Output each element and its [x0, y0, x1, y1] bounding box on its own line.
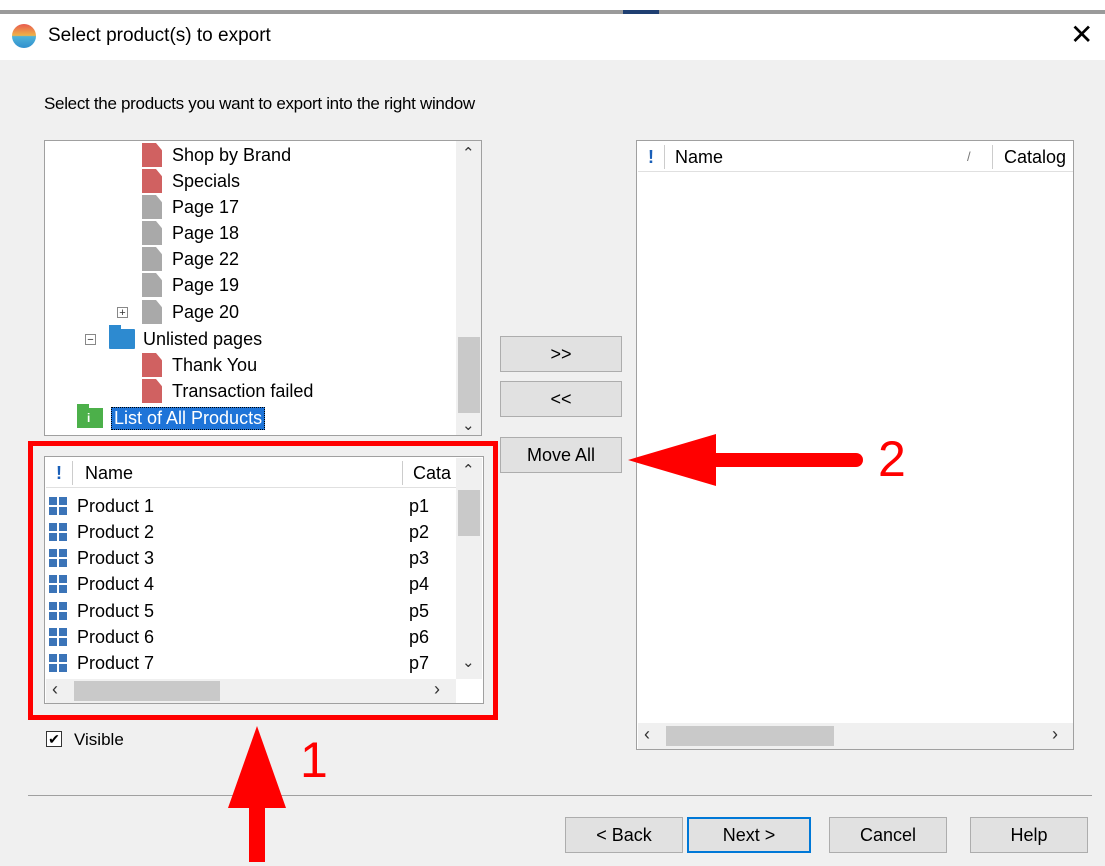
top-edge: [0, 0, 1105, 14]
help-button[interactable]: Help: [970, 817, 1088, 853]
blue-folder-icon: [109, 325, 135, 349]
tree-item-label: Page 22: [172, 248, 240, 269]
gray-page-icon: [142, 195, 162, 219]
red-page-icon: [142, 143, 162, 167]
tree-item-label: Thank You: [172, 354, 258, 375]
arrow-head: [628, 434, 716, 486]
tree-item[interactable]: Page 20: [142, 299, 239, 325]
tree-item-label: Shop by Brand: [172, 144, 292, 165]
gray-page-icon: [142, 273, 162, 297]
header-divider: [992, 145, 993, 169]
close-icon[interactable]: ✕: [1070, 21, 1093, 49]
page-tree[interactable]: Shop by Brand Specials Page 17 Page 18 P…: [44, 140, 482, 436]
scroll-left-icon[interactable]: ‹: [644, 725, 650, 743]
arrow-head: [228, 726, 286, 808]
scroll-right-icon[interactable]: ›: [1052, 725, 1058, 743]
visible-checkbox-label: Visible: [74, 730, 124, 749]
footer-divider: [28, 795, 1092, 796]
app-globe-icon: [12, 24, 36, 48]
tree-item[interactable]: Page 17: [142, 194, 239, 220]
dialog-title: Select product(s) to export: [48, 25, 271, 46]
tree-item[interactable]: Page 18: [142, 220, 239, 246]
tree-item-label: Transaction failed: [172, 380, 314, 401]
tree-vertical-scrollbar[interactable]: ⌃ ⌄: [456, 141, 481, 435]
tree-item-label: Page 18: [172, 222, 240, 243]
red-page-icon: [142, 379, 162, 403]
cancel-button[interactable]: Cancel: [829, 817, 947, 853]
annotation-box: [28, 441, 498, 720]
annotation-label-1: 1: [300, 732, 328, 788]
tree-item-label: Page 17: [172, 196, 240, 217]
collapse-minus-icon[interactable]: −: [85, 334, 96, 346]
back-button[interactable]: < Back: [565, 817, 683, 853]
visible-checkbox[interactable]: ✔: [46, 731, 62, 747]
annotation-arrow-up: [228, 726, 286, 862]
expand-plus-icon[interactable]: +: [117, 307, 128, 319]
tree-item[interactable]: Transaction failed: [142, 378, 313, 404]
sort-indicator-icon: /: [967, 149, 971, 164]
tree-item-label: Specials: [172, 170, 241, 191]
header-divider: [664, 145, 665, 169]
tree-item[interactable]: Unlisted pages: [109, 325, 263, 352]
red-page-icon: [142, 353, 162, 377]
scroll-thumb[interactable]: [458, 337, 480, 413]
instruction-text: Select the products you want to export i…: [44, 94, 475, 113]
gray-page-icon: [142, 300, 162, 324]
scroll-thumb[interactable]: [666, 726, 834, 746]
tree-item[interactable]: Page 19: [142, 272, 239, 298]
catalog-column-header[interactable]: Catalog: [1004, 142, 1066, 172]
scroll-down-icon[interactable]: ⌄: [462, 418, 475, 433]
green-folder-icon: [77, 404, 103, 428]
gray-page-icon: [142, 247, 162, 271]
tree-item[interactable]: Thank You: [142, 352, 257, 378]
tree-item[interactable]: Specials: [142, 168, 240, 194]
tree-item-label: List of All Products: [111, 406, 266, 430]
tree-item[interactable]: Shop by Brand: [142, 142, 291, 168]
tree-item-selected[interactable]: List of All Products: [77, 404, 266, 431]
red-page-icon: [142, 169, 162, 193]
tree-item-label: Unlisted pages: [143, 328, 263, 349]
gray-page-icon: [142, 221, 162, 245]
export-horizontal-scrollbar[interactable]: ‹ ›: [638, 723, 1073, 749]
add-button[interactable]: >>: [500, 336, 622, 372]
name-column-header[interactable]: Name: [675, 142, 723, 172]
flag-column-header[interactable]: !: [648, 142, 654, 172]
move-all-button[interactable]: Move All: [500, 437, 622, 473]
tree-item-label: Page 19: [172, 274, 240, 295]
remove-button[interactable]: <<: [500, 381, 622, 417]
next-button[interactable]: Next >: [687, 817, 811, 853]
annotation-label-2: 2: [878, 431, 906, 487]
tree-item[interactable]: Page 22: [142, 246, 239, 272]
scroll-up-icon[interactable]: ⌃: [462, 146, 475, 161]
annotation-arrow-right: [628, 434, 863, 486]
tree-item-label: Page 20: [172, 301, 240, 322]
